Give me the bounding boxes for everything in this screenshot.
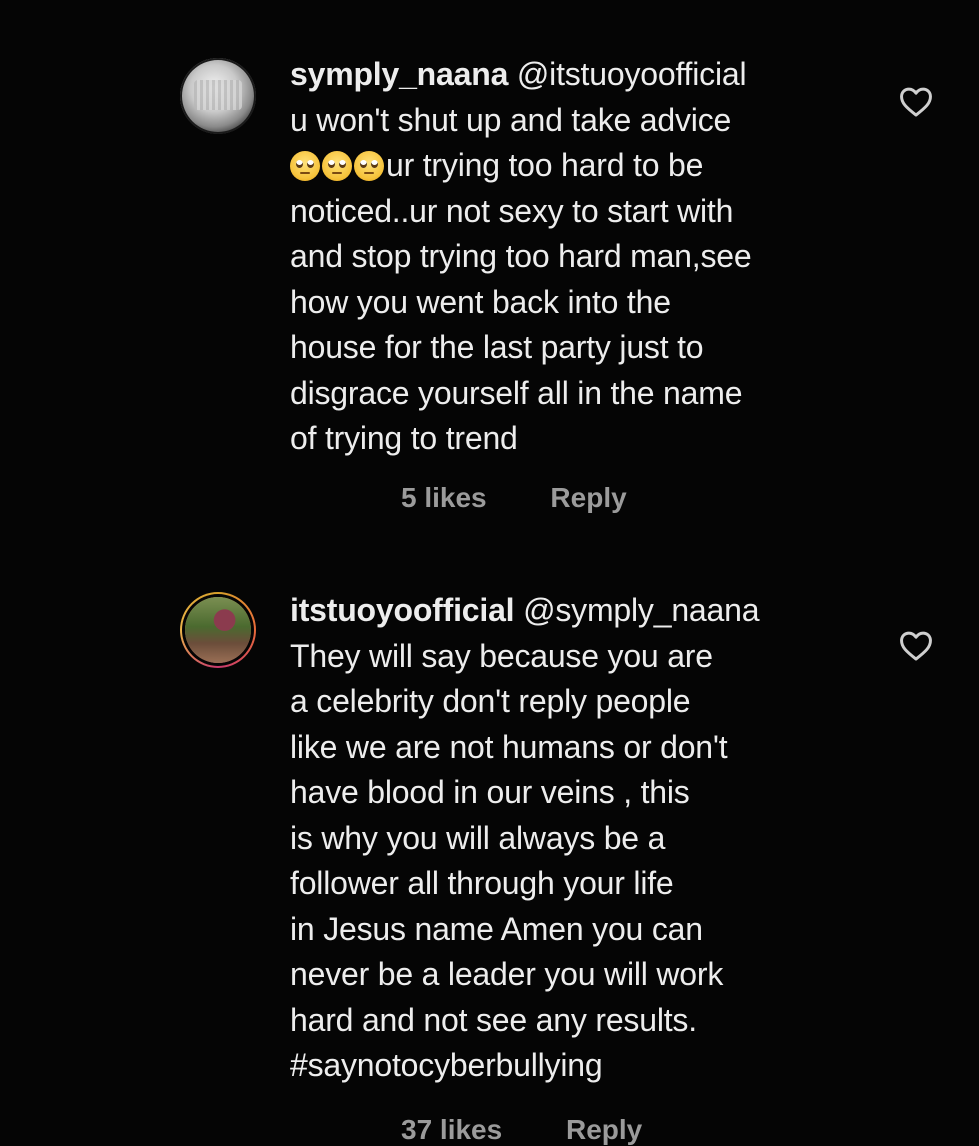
comment-meta: 37 likes Reply bbox=[401, 1114, 642, 1146]
comment-line: is why you will always be a bbox=[290, 819, 666, 856]
comment-line: like we are not humans or don't bbox=[290, 728, 728, 765]
comment-mention[interactable]: @itstuoyoofficial bbox=[517, 56, 747, 92]
avatar[interactable] bbox=[180, 592, 256, 668]
comment-line-with-emoji: ur trying too hard to be bbox=[290, 143, 870, 189]
face-with-rolling-eyes-icon bbox=[290, 151, 320, 181]
face-with-rolling-eyes-icon bbox=[322, 151, 352, 181]
likes-count[interactable]: 5 likes bbox=[401, 482, 487, 514]
heart-outline-icon[interactable] bbox=[899, 86, 933, 118]
comment-line: house for the last party just to bbox=[290, 329, 704, 365]
comment-body: itstuoyoofficial @symply_naana They will… bbox=[290, 588, 870, 1089]
heart-outline-icon[interactable] bbox=[899, 630, 933, 662]
comment-line: disgrace yourself all in the name bbox=[290, 374, 743, 411]
comment-header-line: symply_naana @itstuoyoofficial bbox=[290, 52, 870, 98]
likes-count[interactable]: 37 likes bbox=[401, 1114, 502, 1146]
comment-line: and stop trying too hard man,see bbox=[290, 238, 752, 274]
comment-mention[interactable]: @symply_naana bbox=[523, 592, 759, 628]
comment-username[interactable]: itstuoyoofficial bbox=[290, 592, 515, 628]
reply-button[interactable]: Reply bbox=[550, 482, 626, 514]
comment-line: noticed..ur not sexy to start with bbox=[290, 192, 734, 229]
comment-line: have blood in our veins , this bbox=[290, 774, 690, 810]
comment-header-line: itstuoyoofficial @symply_naana bbox=[290, 588, 870, 634]
comment-line: They will say because you are bbox=[290, 637, 713, 674]
comment-line: how you went back into the bbox=[290, 283, 671, 320]
comment-line: in Jesus name Amen you can bbox=[290, 910, 703, 947]
comment-line-text: ur trying too hard to be bbox=[386, 147, 704, 183]
comment-line: hard and not see any results. bbox=[290, 1001, 697, 1038]
avatar-image bbox=[185, 597, 251, 663]
reply-button[interactable]: Reply bbox=[566, 1114, 642, 1146]
comment-username[interactable]: symply_naana bbox=[290, 56, 508, 92]
hashtag[interactable]: #saynotocyberbullying bbox=[290, 1043, 870, 1089]
comment-line: never be a leader you will work bbox=[290, 956, 724, 992]
avatar[interactable] bbox=[180, 58, 256, 134]
comment-line: follower all through your life bbox=[290, 865, 674, 901]
comment-body: symply_naana @itstuoyoofficial u won't s… bbox=[290, 52, 870, 462]
comment-line: u won't shut up and take advice bbox=[290, 101, 732, 138]
comment-line: of trying to trend bbox=[290, 420, 518, 456]
avatar-image bbox=[194, 80, 242, 110]
comment-line: a celebrity don't reply people bbox=[290, 683, 691, 719]
comment-meta: 5 likes Reply bbox=[401, 482, 627, 514]
face-with-rolling-eyes-icon bbox=[354, 151, 384, 181]
